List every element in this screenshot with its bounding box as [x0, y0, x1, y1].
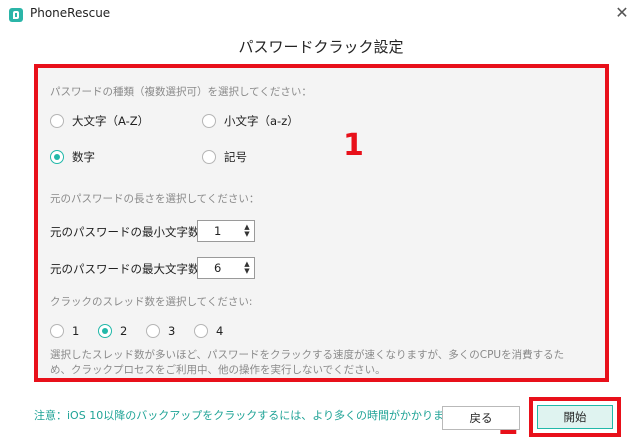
min-length-stepper[interactable]: 1 ▲ ▼ [197, 220, 255, 242]
charset-symbols-label: 記号 [224, 150, 247, 164]
close-icon[interactable]: ✕ [612, 3, 632, 23]
threads-3-label: 3 [168, 324, 176, 338]
radio-icon [194, 324, 208, 338]
app-title: PhoneRescue [30, 6, 111, 20]
length-section-label: 元のパスワードの長さを選択してください： [50, 193, 260, 205]
radio-checked-icon [50, 150, 64, 164]
title-bar: PhoneRescue ✕ [0, 0, 642, 28]
threads-note: 選択したスレッド数が多いほど、パスワードをクラックする速度が速くなりますが、多く… [50, 349, 565, 376]
max-length-label: 元のパスワードの最大文字数 [50, 262, 200, 276]
radio-checked-icon [98, 324, 112, 338]
annotation-badge-1: 1 [343, 128, 364, 163]
start-button[interactable]: 開始 [537, 405, 613, 429]
settings-panel: パスワードの種類（複数選択可）を選択してください： 大文字（A-Z） 小文字（a… [34, 64, 609, 382]
threads-1-label: 1 [72, 324, 80, 338]
radio-icon [202, 114, 216, 128]
threads-2-label: 2 [120, 324, 128, 338]
back-button[interactable]: 戻る [442, 406, 520, 430]
threads-1-radio[interactable]: 1 [50, 324, 79, 338]
threads-4-radio[interactable]: 4 [194, 324, 223, 338]
min-length-value: 1 [214, 224, 222, 238]
charset-digits-radio[interactable]: 数字 [50, 149, 95, 165]
max-length-value: 6 [214, 261, 222, 275]
charset-uppercase-radio[interactable]: 大文字（A-Z） [50, 113, 149, 129]
charset-lowercase-label: 小文字（a-z） [224, 114, 299, 128]
max-length-stepper[interactable]: 6 ▲ ▼ [197, 257, 255, 279]
min-length-label: 元のパスワードの最小文字数 [50, 225, 200, 239]
dialog-title: パスワードクラック設定 [238, 38, 404, 56]
spinner-arrows-icon[interactable]: ▲ ▼ [240, 224, 254, 238]
charset-section-label: パスワードの種類（複数選択可）を選択してください： [50, 86, 312, 98]
radio-icon [50, 324, 64, 338]
footer-note: 注意：iOS 10以降のバックアップをクラックするには、より多くの時間がかかりま… [34, 409, 465, 422]
charset-digits-label: 数字 [72, 150, 95, 164]
threads-2-radio[interactable]: 2 [98, 324, 127, 338]
radio-icon [146, 324, 160, 338]
radio-icon [50, 114, 64, 128]
threads-4-label: 4 [216, 324, 224, 338]
spinner-arrows-icon[interactable]: ▲ ▼ [240, 261, 254, 275]
threads-section-label: クラックのスレッド数を選択してください: [50, 296, 253, 308]
charset-lowercase-radio[interactable]: 小文字（a-z） [202, 113, 299, 129]
charset-uppercase-label: 大文字（A-Z） [72, 114, 150, 128]
radio-icon [202, 150, 216, 164]
charset-symbols-radio[interactable]: 記号 [202, 149, 247, 165]
phonerescue-logo-icon [9, 8, 23, 22]
threads-3-radio[interactable]: 3 [146, 324, 175, 338]
